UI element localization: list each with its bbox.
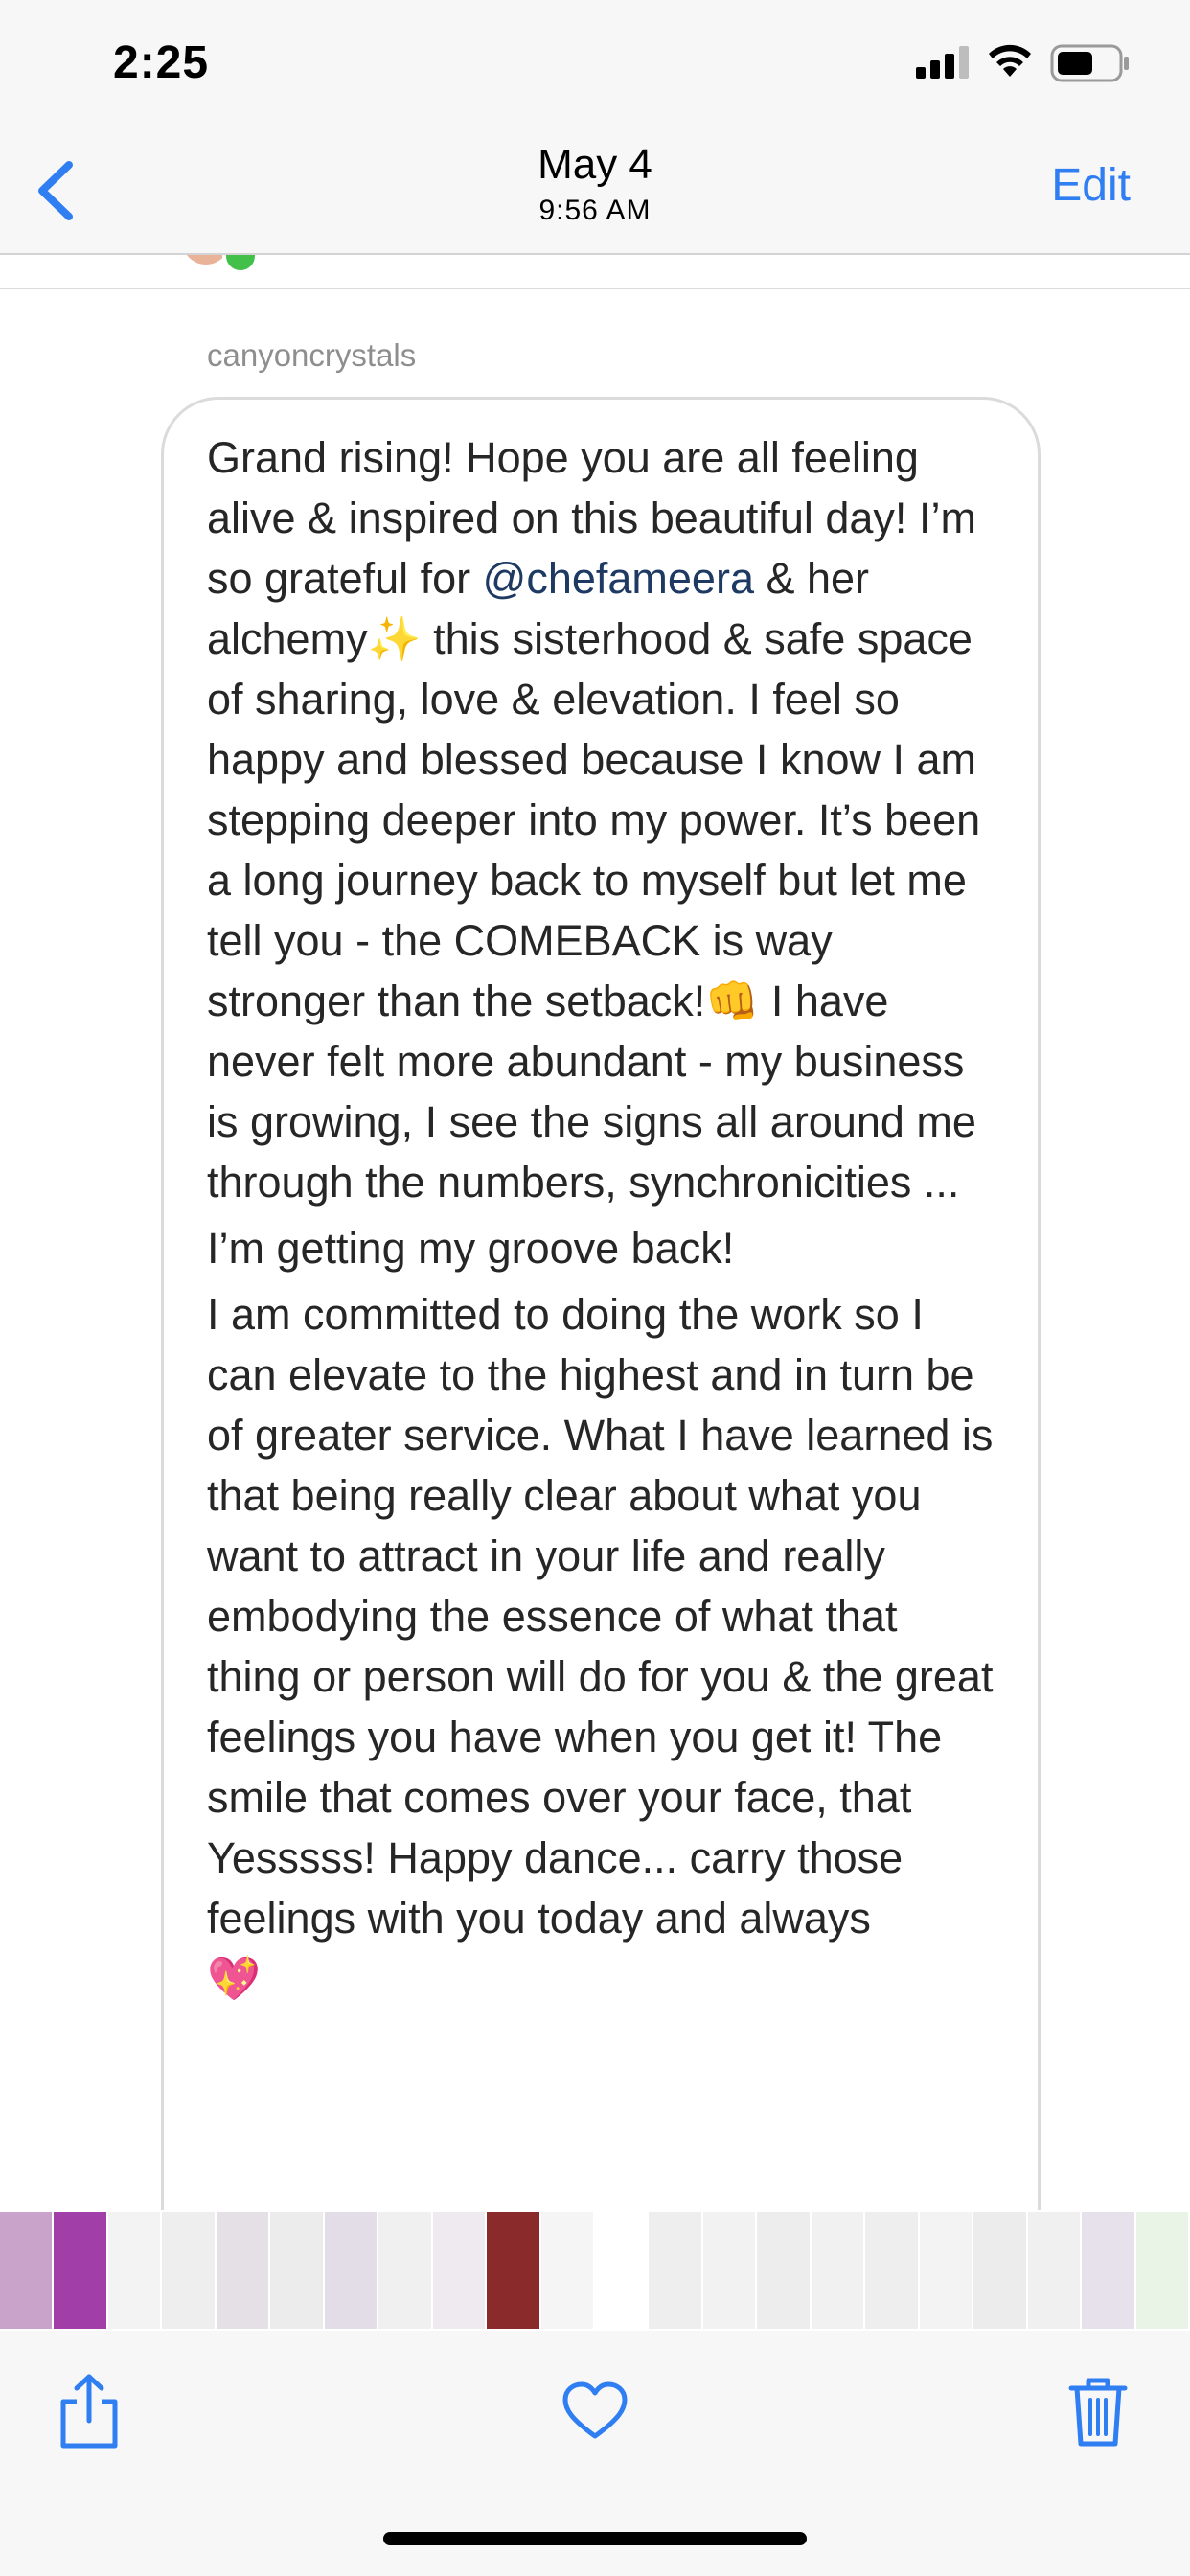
photo-thumbnail[interactable]: [811, 2212, 866, 2329]
wifi-icon: [989, 44, 1031, 77]
photo-date: May 4: [538, 141, 652, 188]
sender-username: canyoncrystals: [207, 337, 417, 373]
status-time: 2:25: [113, 37, 210, 88]
battery-icon: [1050, 44, 1129, 82]
status-bar: 2:25: [0, 0, 1190, 125]
photo-thumbnail[interactable]: [865, 2212, 920, 2329]
mention-link[interactable]: @chefameera: [483, 554, 754, 603]
photo-thumbnail[interactable]: [973, 2212, 1028, 2329]
photo-time: 9:56 AM: [538, 195, 652, 226]
photo-viewer[interactable]: canyoncrystals Grand rising! Hope you ar…: [0, 255, 1190, 2210]
photo-thumbnail[interactable]: [1027, 2212, 1083, 2329]
photo-thumbnail[interactable]: [432, 2212, 488, 2329]
back-chevron-icon[interactable]: [29, 157, 86, 224]
photo-thumbnail[interactable]: [0, 2212, 55, 2329]
photo-thumbnail[interactable]: [919, 2212, 974, 2329]
message-paragraph-1: Grand rising! Hope you are all feeling a…: [207, 427, 1002, 1212]
photo-thumbnail[interactable]: [540, 2212, 595, 2329]
photo-thumbnail[interactable]: [757, 2212, 812, 2329]
trash-icon[interactable]: [1067, 2373, 1129, 2450]
message-paragraph-3: I am committed to doing the work so I ca…: [207, 1284, 1002, 2009]
online-status-dot: [222, 255, 259, 274]
photo-thumbnail[interactable]: [162, 2212, 217, 2329]
photo-thumbnail[interactable]: [487, 2212, 541, 2329]
sparkling-heart-emoji: 💖: [207, 1953, 262, 2004]
nav-header: May 4 9:56 AM Edit: [0, 125, 1190, 255]
photo-thumbnail[interactable]: [107, 2212, 163, 2329]
message-text-segment: this sisterhood & safe space of sharing,…: [207, 614, 981, 1025]
message-paragraph-3-text: I am committed to doing the work so I ca…: [207, 1290, 994, 1943]
heart-icon[interactable]: [561, 2380, 629, 2442]
message-text: Grand rising! Hope you are all feeling a…: [207, 427, 1002, 2014]
emoji: 👊: [705, 976, 760, 1026]
photo-thumbnail[interactable]: [595, 2212, 650, 2329]
photo-thumbnail[interactable]: [216, 2212, 271, 2329]
cellular-signal-icon: [916, 46, 969, 79]
bottom-toolbar: [0, 2331, 1190, 2576]
photo-date-title: May 4 9:56 AM: [403, 138, 787, 230]
edit-button[interactable]: Edit: [1051, 159, 1131, 212]
share-icon[interactable]: [56, 2373, 123, 2450]
home-indicator[interactable]: [383, 2532, 807, 2545]
photo-thumbnail[interactable]: [1082, 2212, 1136, 2329]
photo-thumbnail[interactable]: [54, 2212, 108, 2329]
thumbnail-strip[interactable]: [0, 2210, 1190, 2331]
photo-thumbnail[interactable]: [324, 2212, 379, 2329]
photo-thumbnail[interactable]: [378, 2212, 433, 2329]
photo-thumbnail[interactable]: [702, 2212, 758, 2329]
divider: [0, 288, 1190, 289]
photo-thumbnail[interactable]: [1135, 2212, 1190, 2329]
photo-thumbnail[interactable]: [649, 2212, 703, 2329]
emoji: ✨: [367, 613, 422, 664]
photo-thumbnail[interactable]: [270, 2212, 325, 2329]
message-paragraph-2: I’m getting my groove back!: [207, 1224, 735, 1273]
